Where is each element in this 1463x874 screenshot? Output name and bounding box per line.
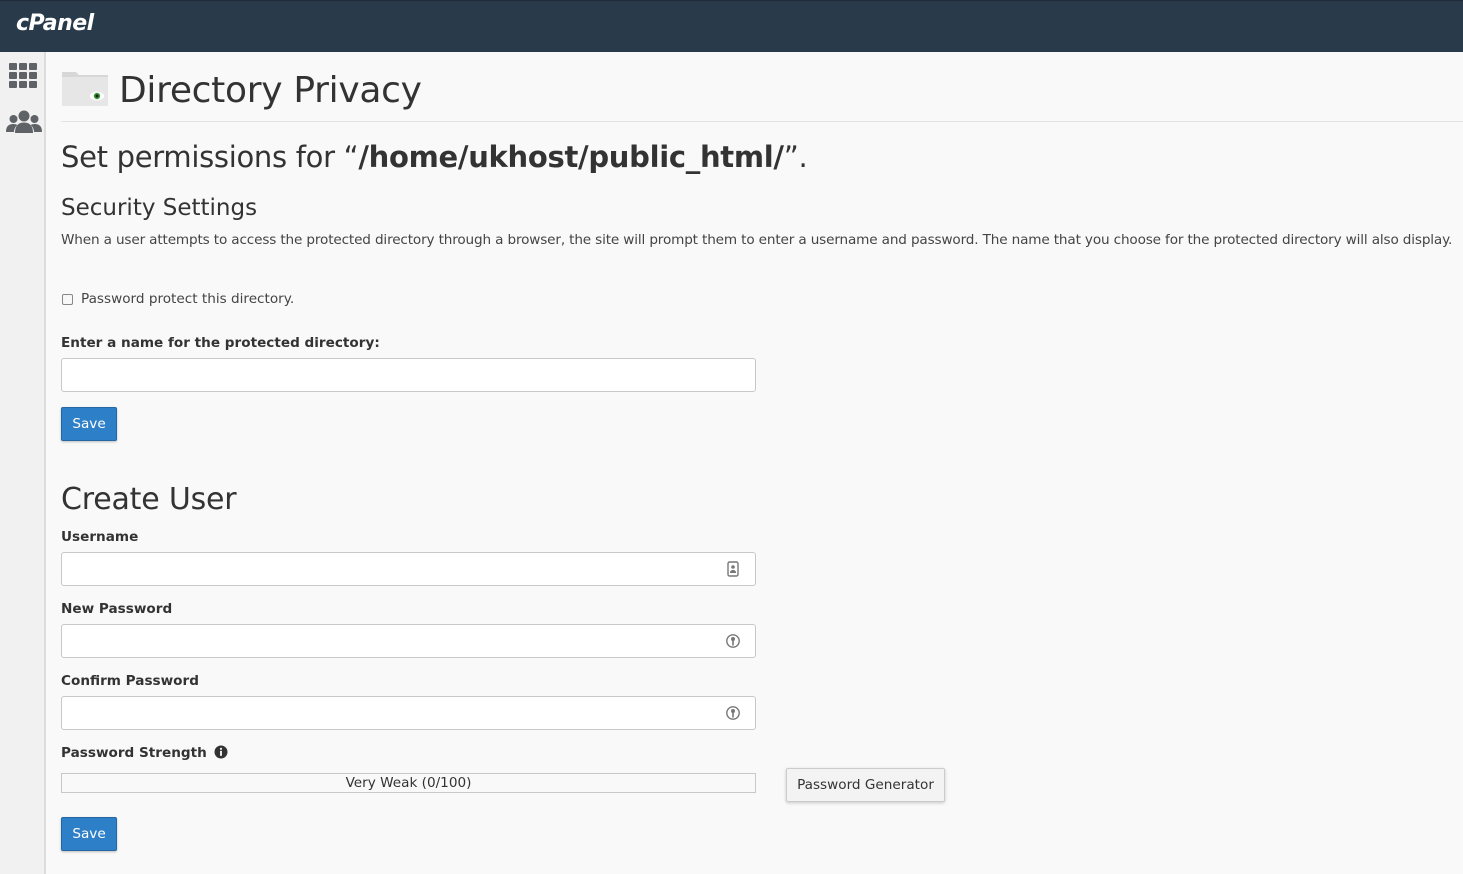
security-description: When a user attempts to access the prote… <box>61 232 1453 248</box>
password-strength-row: Password Strength <box>61 745 228 761</box>
page-header: Directory Privacy <box>61 68 1463 122</box>
directory-path: /home/ukhost/public_html/ <box>358 140 784 174</box>
password-protect-label[interactable]: Password protect this directory. <box>81 291 294 307</box>
cpanel-logo[interactable]: cPanel <box>16 11 94 36</box>
password-key-icon <box>725 705 741 721</box>
create-user-heading: Create User <box>61 482 237 517</box>
new-password-input[interactable] <box>61 624 756 658</box>
password-protect-checkbox[interactable] <box>62 294 73 305</box>
security-settings-heading: Security Settings <box>61 195 258 221</box>
left-sidebar <box>0 52 46 874</box>
users-icon[interactable] <box>6 106 42 138</box>
password-strength-text: Very Weak (0/100) <box>345 775 472 791</box>
password-key-icon <box>725 633 741 649</box>
permissions-heading: Set permissions for “/home/ukhost/public… <box>61 140 808 174</box>
tools-grid-icon[interactable] <box>8 60 40 92</box>
password-strength-meter: Very Weak (0/100) <box>61 773 756 793</box>
folder-privacy-icon <box>61 70 109 106</box>
dir-name-input[interactable] <box>61 358 756 392</box>
username-label: Username <box>61 529 139 545</box>
password-generator-button[interactable]: Password Generator <box>786 768 945 802</box>
permissions-suffix: ”. <box>783 140 808 174</box>
password-strength-label: Password Strength <box>61 745 207 761</box>
contact-card-icon <box>725 561 741 577</box>
confirm-password-input[interactable] <box>61 696 756 730</box>
username-input[interactable] <box>61 552 756 586</box>
info-icon[interactable] <box>214 745 228 759</box>
permissions-prefix: Set permissions for “ <box>61 140 359 174</box>
dir-name-label: Enter a name for the protected directory… <box>61 335 380 351</box>
top-header-bar: cPanel <box>0 0 1463 52</box>
confirm-password-label: Confirm Password <box>61 673 199 689</box>
save-user-button[interactable]: Save <box>61 817 117 851</box>
new-password-label: New Password <box>61 601 173 617</box>
page-title: Directory Privacy <box>119 70 422 111</box>
save-security-button[interactable]: Save <box>61 407 117 441</box>
